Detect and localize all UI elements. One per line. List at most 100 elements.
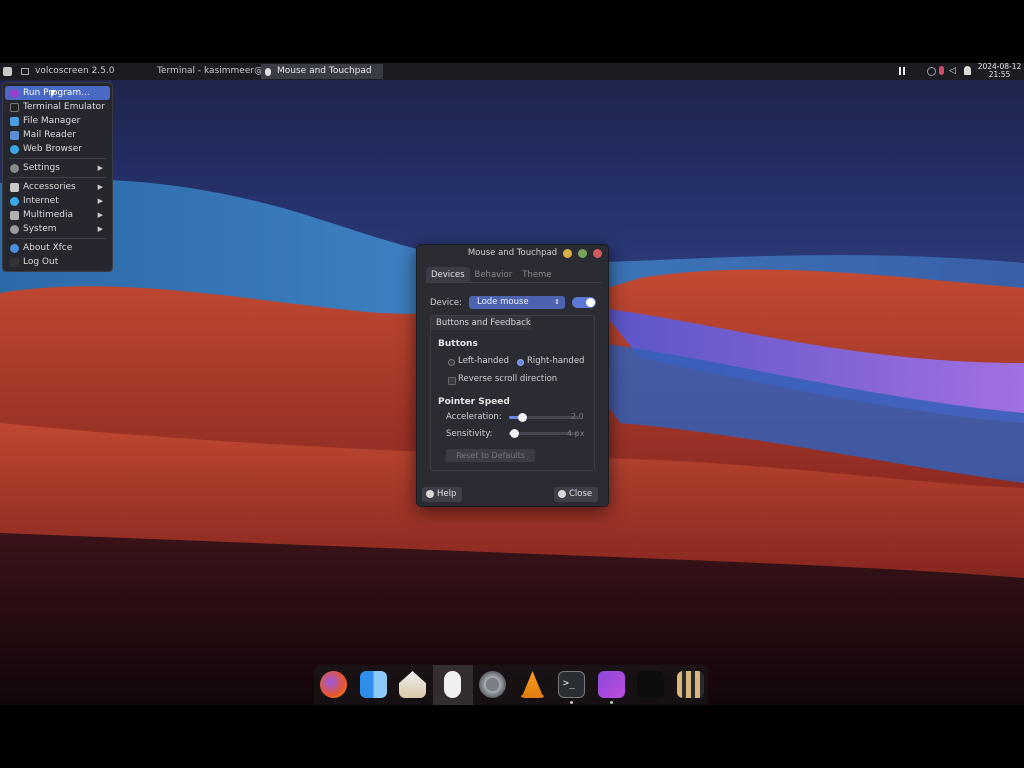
submenu-arrow-icon: ▶ (97, 211, 103, 219)
acceleration-slider-handle[interactable] (518, 413, 527, 422)
menu-item-mail-reader[interactable]: Mail Reader (5, 128, 110, 142)
settings-icon (10, 164, 19, 173)
network-icon[interactable] (927, 67, 936, 76)
pause-icon[interactable] (899, 67, 905, 75)
reset-defaults-button[interactable]: Reset to Defaults (446, 449, 535, 462)
notification-bell-icon[interactable] (964, 66, 971, 75)
device-enabled-toggle[interactable] (572, 297, 596, 308)
menu-item-settings[interactable]: Settings ▶ (5, 161, 110, 175)
acceleration-slider[interactable] (509, 413, 579, 422)
menu-separator (9, 238, 106, 239)
reverse-scroll-checkbox[interactable] (448, 377, 456, 385)
help-button[interactable]: Help (422, 487, 463, 502)
dock: >_ (314, 665, 708, 705)
mail-icon (10, 131, 19, 140)
clock-time: 21:55 (988, 70, 1011, 79)
mouse-settings-icon[interactable] (444, 671, 461, 698)
submenu-arrow-icon: ▶ (97, 197, 103, 205)
menu-item-run-program[interactable]: Run Program... (5, 86, 110, 100)
vlc-icon[interactable] (519, 671, 546, 698)
minimize-button[interactable] (563, 249, 572, 258)
device-label: Device: (430, 298, 462, 308)
web-browser-icon (10, 145, 19, 154)
dialog-titlebar[interactable]: Mouse and Touchpad (417, 245, 608, 262)
top-panel: volcoscreen 2.5.0 Terminal - kasimmeer@l… (0, 63, 1024, 80)
acceleration-value: 2.0 (571, 412, 584, 421)
device-select[interactable]: Lode mouse ⇕ (469, 296, 565, 309)
accessories-icon (10, 183, 19, 192)
tab-behavior[interactable]: Behavior (470, 267, 518, 282)
menu-item-label: Accessories (23, 182, 76, 192)
multimedia-icon (10, 211, 19, 220)
menu-item-label: About Xfce (23, 243, 73, 253)
menu-item-label: System (23, 224, 57, 234)
menu-item-internet[interactable]: Internet ▶ (5, 194, 110, 208)
menu-item-terminal-emulator[interactable]: Terminal Emulator (5, 100, 110, 114)
right-handed-radio[interactable] (517, 359, 524, 366)
logout-icon (10, 258, 19, 267)
home-folder-icon[interactable] (399, 671, 426, 698)
system-icon (10, 225, 19, 234)
microphone-icon[interactable] (939, 66, 944, 75)
screen-recorder-icon[interactable] (598, 671, 625, 698)
tab-theme[interactable]: Theme (517, 267, 556, 282)
file-manager-icon (10, 117, 19, 126)
mouse-cursor-icon (51, 90, 56, 98)
task-volcoscreen[interactable]: volcoscreen 2.5.0 (29, 64, 120, 79)
menu-item-label: Web Browser (23, 144, 82, 154)
menu-item-about-xfce[interactable]: About Xfce (5, 241, 110, 255)
xfce-menu-icon[interactable] (3, 67, 12, 76)
menu-item-log-out[interactable]: Log Out (5, 255, 110, 269)
menu-item-file-manager[interactable]: File Manager (5, 114, 110, 128)
tab-buttons-feedback[interactable]: Buttons and Feedback (431, 316, 531, 330)
running-indicator (610, 701, 613, 704)
select-chevron-icon: ⇕ (554, 298, 560, 306)
application-menu: Run Program... Terminal Emulator File Ma… (2, 82, 113, 272)
run-icon (10, 89, 19, 98)
mouse-touchpad-dialog: Mouse and Touchpad Devices Behavior Them… (416, 244, 609, 507)
dialog-title: Mouse and Touchpad (467, 248, 558, 258)
menu-item-label: File Manager (23, 116, 81, 126)
sensitivity-slider-handle[interactable] (510, 429, 519, 438)
blank-window-icon[interactable] (637, 671, 664, 698)
menu-item-web-browser[interactable]: Web Browser (5, 142, 110, 156)
submenu-arrow-icon: ▶ (97, 164, 103, 172)
task-mouse-touchpad[interactable]: Mouse and Touchpad (261, 64, 383, 79)
reverse-scroll-label[interactable]: Reverse scroll direction (458, 374, 557, 384)
menu-item-accessories[interactable]: Accessories ▶ (5, 180, 110, 194)
left-handed-label[interactable]: Left-handed (458, 356, 509, 366)
about-icon (10, 244, 19, 253)
maximize-button[interactable] (578, 249, 587, 258)
acceleration-label: Acceleration: (446, 412, 502, 422)
close-window-button[interactable] (593, 249, 602, 258)
task-label: Mouse and Touchpad (277, 66, 372, 76)
close-button-label: Close (569, 489, 593, 499)
menu-item-label: Internet (23, 196, 59, 206)
right-handed-label[interactable]: Right-handed (527, 356, 584, 366)
firefox-icon[interactable] (320, 671, 347, 698)
left-handed-radio[interactable] (448, 359, 455, 366)
device-select-value: Lode mouse (477, 297, 529, 307)
close-button[interactable]: Close (554, 487, 599, 502)
desktop: volcoscreen 2.5.0 Terminal - kasimmeer@l… (0, 63, 1024, 705)
menu-item-system[interactable]: System ▶ (5, 222, 110, 236)
menu-item-label: Multimedia (23, 210, 74, 220)
tab-bar: Devices Behavior Theme (426, 267, 601, 283)
finder-icon[interactable] (360, 671, 387, 698)
terminal-icon[interactable]: >_ (558, 671, 585, 698)
terminal-icon (10, 103, 19, 112)
submenu-arrow-icon: ▶ (97, 225, 103, 233)
volume-icon[interactable]: ◁ (949, 66, 956, 76)
menu-item-multimedia[interactable]: Multimedia ▶ (5, 208, 110, 222)
sensitivity-value: 4 px (567, 429, 585, 438)
task-terminal[interactable]: Terminal - kasimmeer@l... (151, 64, 261, 79)
sensitivity-label: Sensitivity: (446, 429, 493, 439)
system-settings-icon[interactable] (479, 671, 506, 698)
window-list-icon[interactable] (21, 68, 29, 75)
running-indicator (570, 701, 573, 704)
menu-separator (9, 158, 106, 159)
clock[interactable]: 2024-08-12 21:55 (977, 63, 1022, 79)
app-grid-icon[interactable] (677, 671, 704, 698)
menu-item-label: Log Out (23, 257, 59, 267)
tab-devices[interactable]: Devices (426, 267, 470, 282)
